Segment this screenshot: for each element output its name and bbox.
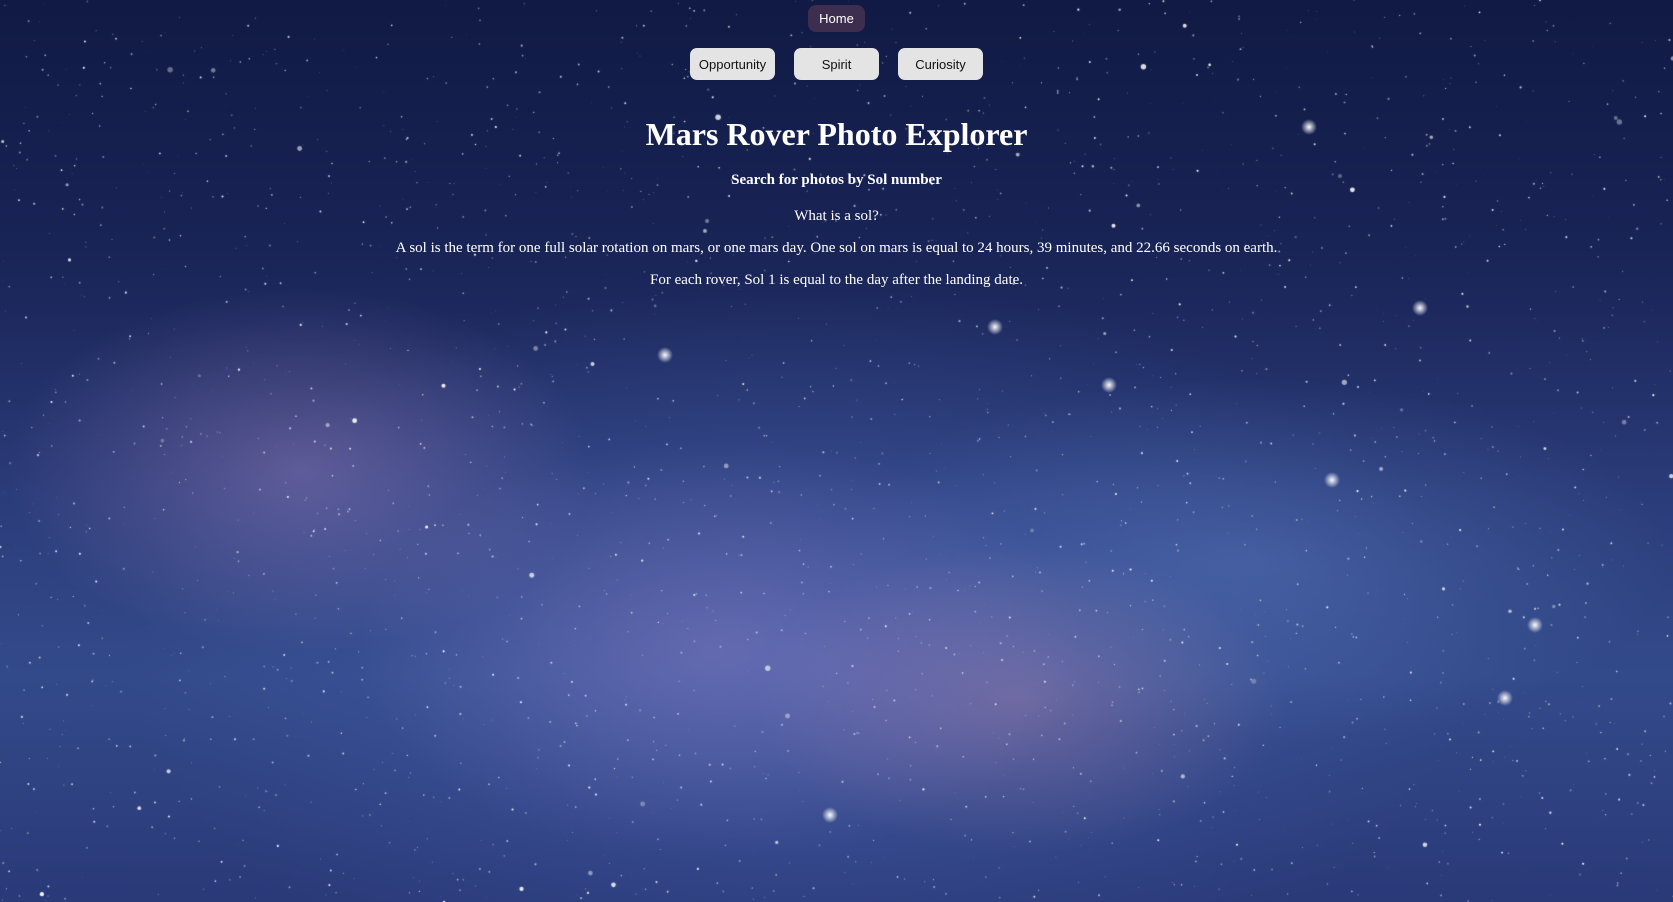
- sol-note: For each rover, Sol 1 is equal to the da…: [649, 272, 1024, 288]
- home-link[interactable]: Home: [808, 5, 865, 32]
- opportunity-button[interactable]: Opportunity: [690, 48, 775, 80]
- sol-question: What is a sol?: [794, 208, 879, 224]
- page-subtitle: Search for photos by Sol number: [731, 172, 942, 188]
- main-content: Mars Rover Photo Explorer Search for pho…: [0, 114, 1673, 290]
- spirit-button[interactable]: Spirit: [794, 48, 879, 80]
- home-nav: Home: [0, 5, 1673, 32]
- page-title: Mars Rover Photo Explorer: [645, 116, 1028, 152]
- curiosity-button[interactable]: Curiosity: [898, 48, 983, 80]
- sol-definition: A sol is the term for one full solar rot…: [395, 240, 1278, 256]
- rover-nav: Opportunity Spirit Curiosity: [0, 48, 1673, 80]
